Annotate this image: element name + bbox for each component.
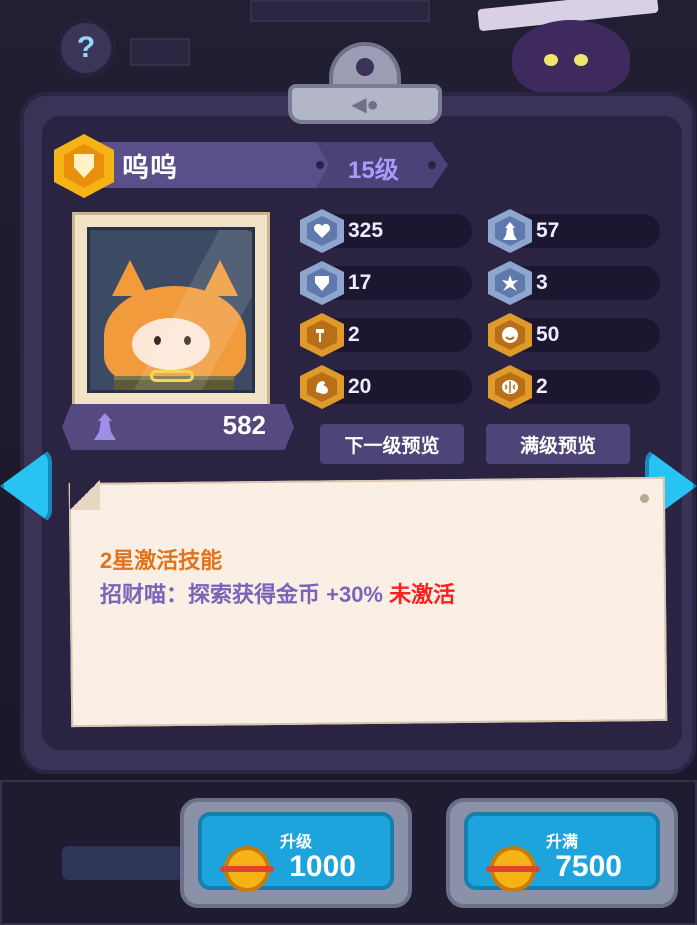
clipboard-clip: ◀● [288,42,442,126]
background-card-tag [62,846,182,880]
coin-icon [220,846,274,892]
help-button[interactable]: ? [56,18,116,78]
banner-dot [428,161,436,169]
hero-portrait[interactable] [72,212,270,408]
stat-value: 3 [536,271,548,294]
hero-power-value: 582 [222,410,266,440]
skill-description: 招财喵：探索获得金币 +30% [100,582,383,607]
stat-hp: 325 [300,209,472,253]
hero-level: 15级 [348,157,399,184]
muscle-icon [316,381,328,394]
tower-icon [503,222,517,240]
smile-icon [502,327,518,343]
hammer-icon [316,329,324,342]
stat-value: 2 [348,323,360,346]
note-fold [70,480,100,510]
upgrade-max-button[interactable]: 升满 7500 [446,798,678,908]
tower-icon [94,413,116,440]
background-shelf [250,0,430,22]
stat-strength: 20 [300,365,472,409]
upgrade-button[interactable]: 升级 1000 [180,798,412,908]
coin-icon [486,846,540,892]
stat-value: 325 [348,219,384,242]
stat-value: 17 [348,271,372,294]
stat-value: 2 [536,375,548,398]
skill-title: 2星激活技能 [100,548,223,573]
stat-attack: 57 [488,209,660,253]
stat-intelligence: 2 [488,365,660,409]
stat-value: 57 [536,219,560,242]
heart-icon [313,223,331,238]
question-mark-icon: ? [76,31,96,64]
banner-dot [316,161,324,169]
background-shelf [130,38,190,66]
note-pin [640,494,649,503]
max-level-preview-button[interactable]: 满级预览 [486,424,630,464]
hero-name: 呜呜 [122,153,178,183]
stat-charm: 50 [488,313,660,357]
skill-description-block: 招财喵：探索获得金币 +30% 未激活 [100,580,520,610]
brain-icon [502,380,518,394]
shield-icon [315,276,329,291]
upgrade-max-cost: 7500 [555,850,622,883]
impact-icon [502,275,518,291]
fish-icon: ◀● [351,93,379,116]
stat-value: 20 [348,375,372,398]
upgrade-label: 升级 [279,834,312,851]
upgrade-cost: 1000 [289,850,356,883]
monster-decoration [512,20,630,96]
next-level-preview-button[interactable]: 下一级预览 [320,424,464,464]
stat-value: 50 [536,323,560,346]
stat-defense: 17 [300,261,472,305]
skill-status: 未激活 [389,582,456,607]
upgrade-max-label: 升满 [545,834,578,851]
stat-impact: 3 [488,261,660,305]
stat-craft: 2 [300,313,472,357]
